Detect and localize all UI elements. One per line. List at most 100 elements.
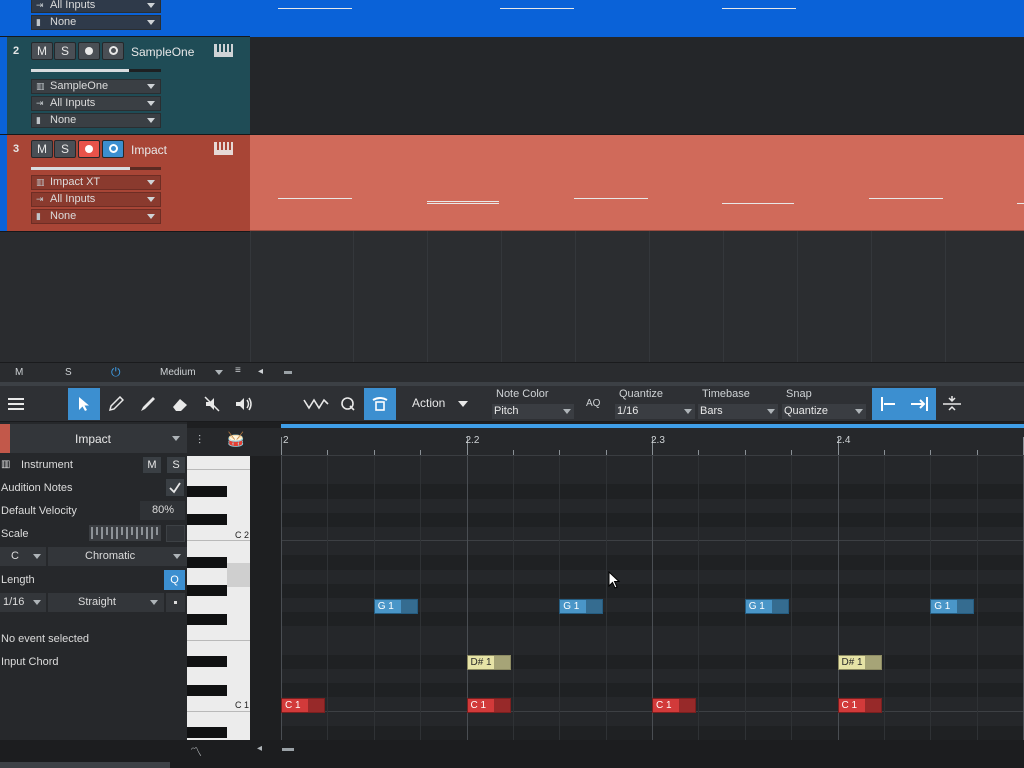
black-key[interactable] [187, 656, 227, 668]
scale-root-select[interactable]: C [0, 547, 46, 566]
black-key[interactable] [187, 485, 227, 497]
black-key[interactable] [187, 585, 227, 597]
track-2-lane[interactable] [250, 37, 1024, 135]
track-1[interactable]: ⇥ All Inputs ▮ None [0, 0, 250, 37]
monitor-button[interactable] [102, 140, 124, 158]
track-name[interactable]: Impact [131, 143, 167, 157]
auto-quantize-button[interactable]: AQ [586, 398, 600, 409]
inspector-mute-button[interactable]: M [142, 456, 162, 474]
track-volume-slider[interactable] [31, 167, 161, 170]
power-icon[interactable]: ⏻ [111, 365, 121, 380]
track-3-input-select[interactable]: ⇥ All Inputs [31, 192, 161, 207]
range-tool-button[interactable] [100, 388, 132, 420]
midi-note[interactable]: C 1 [466, 697, 511, 713]
midi-note[interactable]: D# 1 [837, 655, 882, 671]
track-height-select[interactable]: Medium [160, 367, 196, 378]
midi-note[interactable]: C 1 [652, 697, 696, 713]
length-value-select[interactable]: 1/16 [0, 593, 46, 612]
solo-button[interactable]: S [54, 140, 76, 158]
midi-note[interactable]: D# 1 [466, 655, 511, 671]
track-name[interactable]: SampleOne [131, 45, 194, 59]
eraser-tool-button[interactable] [164, 388, 196, 420]
snap-to-start-button[interactable] [872, 388, 904, 420]
midi-note[interactable]: C 1 [837, 697, 882, 713]
piano-keyboard[interactable]: C 2 C 1 [187, 456, 250, 740]
track-3[interactable]: 3 M S Impact ▥ Impact XT ⇥ All Inputs ▮ … [0, 135, 250, 232]
midi-note[interactable]: G 1 [930, 598, 975, 614]
horizontal-scrollbar[interactable] [0, 762, 170, 768]
black-key[interactable] [187, 556, 227, 568]
timebase-select[interactable]: Bars [698, 404, 778, 419]
menu-button[interactable] [0, 388, 32, 420]
track-2[interactable]: 2 M S SampleOne ▥ SampleOne ⇥ All Inputs… [0, 37, 250, 135]
note-grid[interactable]: G 1 G 1 G 1 G 1 D# 1 D# 1 C 1 C 1 C 1 C 1 [281, 456, 1024, 740]
inspector-track-select[interactable]: Impact [10, 424, 187, 453]
midi-note[interactable]: C 1 [281, 697, 325, 713]
inspector-solo-button[interactable]: S [166, 456, 186, 474]
chevron-down-icon[interactable] [215, 370, 223, 375]
zoom-vertical-button[interactable] [936, 388, 968, 420]
track-2-output-select[interactable]: ▮ None [31, 113, 161, 128]
edit-follow-button[interactable] [364, 388, 396, 420]
track-3-clip[interactable] [250, 135, 1024, 231]
scale-keyboard-icon[interactable] [89, 525, 161, 541]
action-menu-button[interactable]: Action [412, 396, 472, 412]
track-volume-slider[interactable] [31, 69, 161, 72]
length-quantize-button[interactable]: Q [164, 570, 185, 590]
monitor-button[interactable] [102, 42, 124, 60]
midi-note[interactable]: G 1 [373, 598, 418, 614]
arrange-timeline[interactable] [250, 0, 1024, 362]
track-3-output-select[interactable]: ▮ None [31, 209, 161, 224]
ruler-tick [327, 450, 329, 455]
timeline-ruler[interactable]: 2 2.2 2.3 2.4 [281, 428, 1024, 456]
scrollbar-handle[interactable] [284, 371, 292, 374]
scroll-left-icon[interactable]: ◂ [258, 366, 263, 377]
snap-select[interactable]: Quantize [782, 404, 866, 419]
arrow-tool-button[interactable] [68, 388, 100, 420]
instrument-keyboard-icon[interactable] [214, 142, 233, 155]
automation-icon[interactable]: 〽 [190, 743, 202, 760]
mute-tool-button[interactable] [196, 388, 228, 420]
global-solo-button[interactable]: S [65, 367, 72, 378]
snap-to-end-button[interactable] [904, 388, 936, 420]
scroll-left-icon[interactable]: ◂ [257, 743, 262, 754]
record-arm-button[interactable] [78, 42, 100, 60]
mute-button[interactable]: M [31, 42, 53, 60]
track-1-clip[interactable] [250, 0, 1024, 37]
list-icon[interactable]: ≡ [235, 365, 241, 376]
track-1-input-select[interactable]: ⇥ All Inputs [31, 0, 161, 13]
drum-icon[interactable]: 🥁 [227, 431, 244, 448]
monitor-icon [108, 46, 118, 55]
quantize-button[interactable] [332, 388, 364, 420]
black-key[interactable] [187, 514, 227, 526]
mute-button[interactable]: M [31, 140, 53, 158]
note-label: C 1 [470, 699, 487, 711]
quantize-select[interactable]: 1/16 [615, 404, 695, 419]
quantize-steps-button[interactable] [300, 388, 332, 420]
global-mute-button[interactable]: M [15, 367, 23, 378]
black-key[interactable] [187, 727, 227, 739]
track-2-instrument-select[interactable]: ▥ SampleOne [31, 79, 161, 94]
chevron-down-icon [684, 409, 692, 414]
scale-toggle[interactable] [166, 525, 185, 542]
paint-tool-button[interactable] [132, 388, 164, 420]
scale-type-select[interactable]: Chromatic [48, 547, 187, 566]
default-velocity-field[interactable]: 80% [140, 501, 185, 520]
note-color-select[interactable]: Pitch [492, 404, 574, 419]
instrument-keyboard-icon[interactable] [214, 44, 233, 57]
scrollbar-handle[interactable] [282, 748, 294, 751]
audition-notes-checkbox[interactable] [165, 478, 185, 497]
record-arm-button[interactable] [78, 140, 100, 158]
track-1-output-select[interactable]: ▮ None [31, 15, 161, 30]
length-dot-button[interactable] [166, 593, 185, 612]
black-key[interactable] [187, 684, 227, 696]
black-key[interactable] [187, 613, 227, 625]
length-mode-select[interactable]: Straight [48, 593, 164, 612]
track-2-input-select[interactable]: ⇥ All Inputs [31, 96, 161, 111]
solo-button[interactable]: S [54, 42, 76, 60]
listen-tool-button[interactable] [228, 388, 260, 420]
track-3-instrument-select[interactable]: ▥ Impact XT [31, 175, 161, 190]
midi-note[interactable]: G 1 [559, 598, 604, 614]
expand-icon[interactable]: ⫶ [198, 433, 201, 448]
midi-note[interactable]: G 1 [744, 598, 789, 614]
